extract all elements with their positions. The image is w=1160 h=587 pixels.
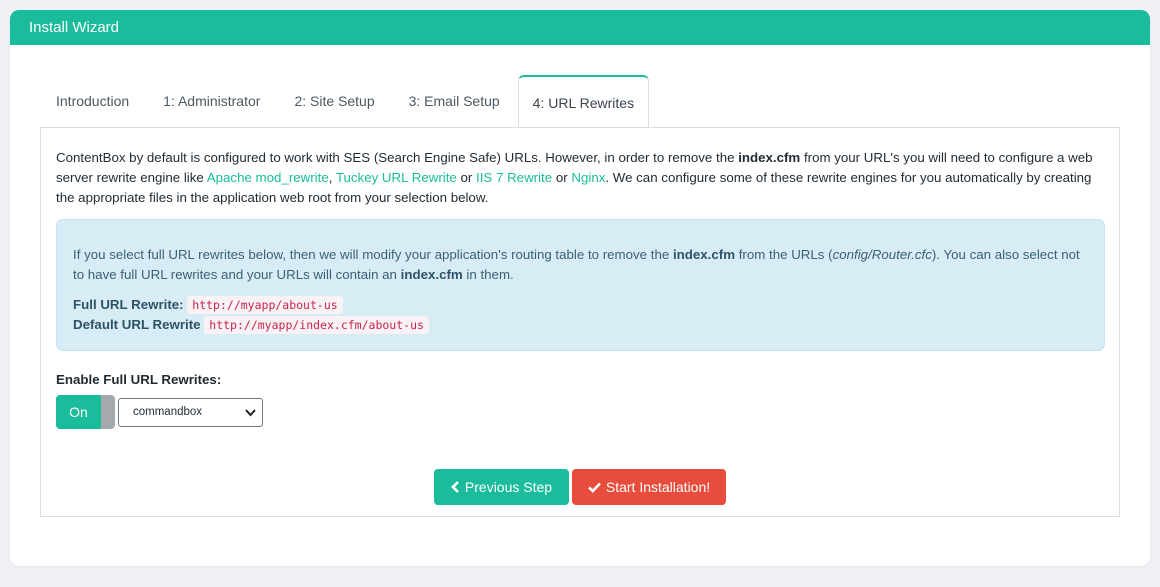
info-index-cfm-2: index.cfm	[400, 267, 463, 282]
intro-text-3: ,	[328, 170, 336, 185]
chevron-left-icon	[451, 481, 459, 493]
tab-email-setup[interactable]: 3: Email Setup	[409, 75, 500, 128]
chevron-down-icon	[245, 409, 256, 417]
start-installation-label: Start Installation!	[605, 479, 711, 495]
link-tuckey-url-rewrite[interactable]: Tuckey URL Rewrite	[336, 170, 457, 185]
default-rewrite-example: http://myapp/index.cfm/about-us	[204, 316, 429, 334]
default-rewrite-label: Default URL Rewrite	[73, 317, 201, 332]
link-nginx[interactable]: Nginx	[571, 170, 605, 185]
panel-title: Install Wizard	[10, 10, 1150, 45]
previous-step-button[interactable]: Previous Step	[434, 469, 569, 505]
info-text: If you select full URL rewrites below, t…	[73, 245, 1089, 285]
previous-step-label: Previous Step	[464, 479, 553, 495]
intro-text: ContentBox by default is configured to w…	[56, 148, 1106, 208]
full-rewrite-example: http://myapp/about-us	[187, 296, 343, 314]
full-rewrite-label: Full URL Rewrite:	[73, 297, 184, 312]
intro-text-4: or	[456, 170, 477, 185]
toggle-on-label: On	[56, 395, 101, 429]
info-router-file: config/Router.cfc	[832, 247, 932, 262]
info-text-4: in them.	[462, 267, 514, 282]
tab-site-setup[interactable]: 2: Site Setup	[294, 75, 374, 128]
rewrite-engine-select[interactable]: commandbox	[118, 398, 263, 427]
full-url-rewrites-toggle[interactable]: On	[56, 395, 115, 429]
info-text-2: from the URLs (	[735, 247, 833, 262]
full-rewrite-row: Full URL Rewrite: http://myapp/about-us	[73, 295, 1089, 315]
intro-index-cfm: index.cfm	[738, 150, 801, 165]
intro-text-1: ContentBox by default is configured to w…	[56, 150, 739, 165]
intro-text-5: or	[552, 170, 572, 185]
start-installation-button[interactable]: Start Installation!	[572, 469, 726, 505]
check-icon	[587, 482, 601, 493]
url-rewrites-pane: ContentBox by default is configured to w…	[40, 127, 1120, 517]
toggle-knob[interactable]	[101, 395, 115, 429]
wizard-tabs: Introduction 1: Administrator 2: Site Se…	[40, 75, 650, 129]
rewrite-engine-selected: commandbox	[133, 406, 203, 418]
info-text-1: If you select full URL rewrites below, t…	[73, 247, 673, 262]
info-alert: If you select full URL rewrites below, t…	[56, 219, 1105, 351]
tab-url-rewrites[interactable]: 4: URL Rewrites	[517, 75, 650, 129]
info-index-cfm-1: index.cfm	[672, 247, 736, 262]
link-apache-mod-rewrite[interactable]: Apache mod_rewrite	[207, 170, 329, 185]
tab-introduction[interactable]: Introduction	[56, 75, 129, 128]
install-wizard-panel: Install Wizard Introduction 1: Administr…	[10, 10, 1150, 566]
tab-administrator[interactable]: 1: Administrator	[163, 75, 260, 128]
default-rewrite-row: Default URL Rewrite http://myapp/index.c…	[73, 315, 1089, 335]
link-iis-7-rewrite[interactable]: IIS 7 Rewrite	[476, 170, 552, 185]
enable-rewrites-label: Enable Full URL Rewrites:	[56, 372, 222, 387]
